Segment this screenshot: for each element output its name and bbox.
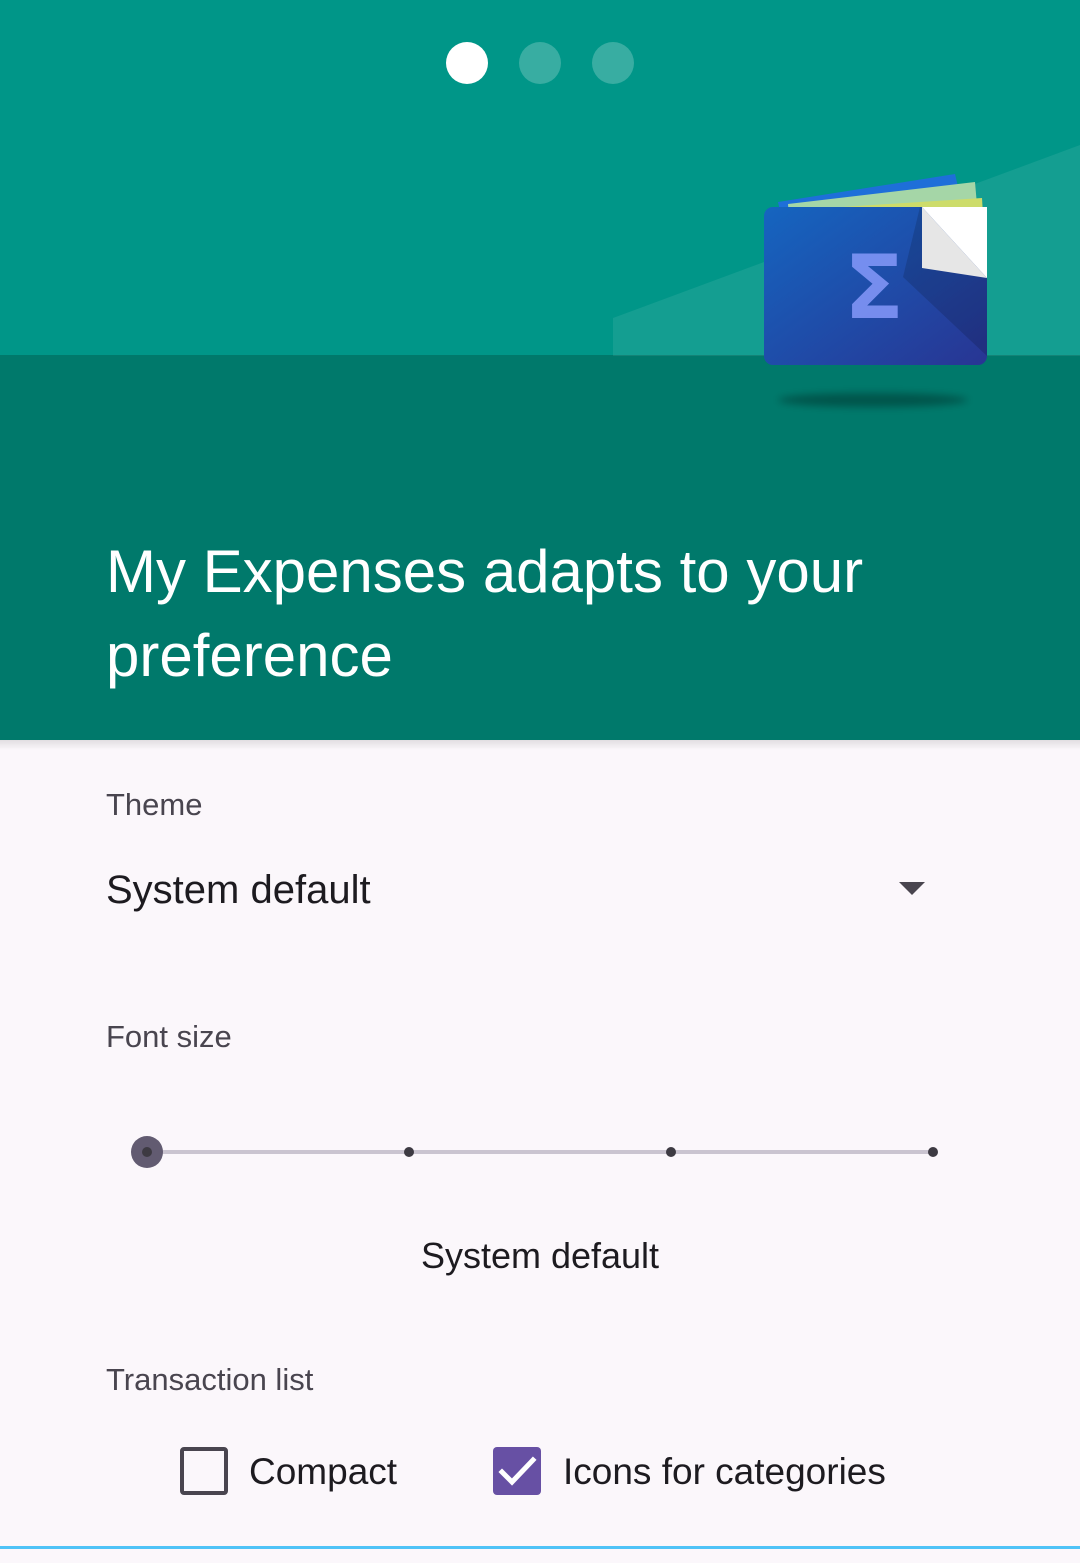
font-size-slider[interactable] [130,1128,950,1176]
bottom-divider [0,1546,1080,1549]
theme-label: Theme [106,787,203,822]
font-size-value: System default [420,1235,660,1276]
theme-selected-value: System default [106,868,371,912]
page-dot-1[interactable] [446,42,488,84]
icons-for-categories-label: Icons for categories [563,1451,886,1492]
slider-tick [404,1147,414,1157]
page-title: My Expenses adapts to your preference [106,538,864,689]
checkmark-icon [498,1456,537,1486]
theme-dropdown[interactable]: System default [106,858,936,922]
header-banner: Σ My Expenses adapts to your preference [0,0,1080,740]
compact-checkbox-row[interactable]: Compact [180,1440,420,1506]
icons-for-categories-checkbox[interactable] [493,1447,541,1495]
page-dot-3[interactable] [592,42,634,84]
slider-track [147,1150,933,1154]
page-indicator [0,42,1080,84]
wallet-sigma-icon: Σ [764,174,987,407]
svg-text:Σ: Σ [844,236,904,339]
page-dot-2[interactable] [519,42,561,84]
slider-tick [666,1147,676,1157]
compact-checkbox[interactable] [180,1447,228,1495]
slider-tick [928,1147,938,1157]
compact-label: Compact [249,1451,398,1492]
font-size-label: Font size [106,1019,232,1054]
transaction-list-label: Transaction list [106,1362,314,1397]
header-shadow [0,740,1080,750]
onboarding-screen: Σ My Expenses adapts to your preference … [0,0,1080,1563]
icons-for-categories-checkbox-row[interactable]: Icons for categories [493,1440,923,1506]
dropdown-arrow-icon [899,882,925,895]
slider-thumb[interactable] [131,1136,163,1168]
